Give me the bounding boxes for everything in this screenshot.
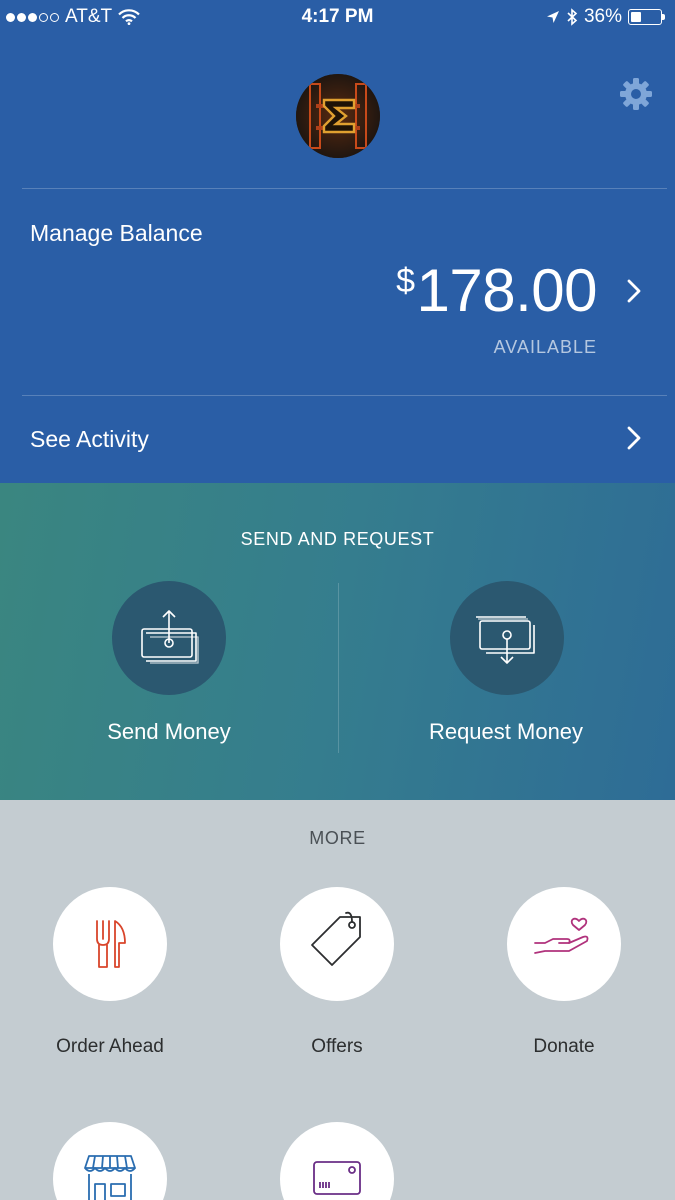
bluetooth-icon <box>567 8 578 26</box>
location-icon <box>546 11 559 23</box>
available-label: AVAILABLE <box>493 337 597 357</box>
send-money-label: Send Money <box>107 719 231 744</box>
action-divider <box>338 583 339 753</box>
battery-percent: 36% <box>583 6 622 27</box>
card-icon <box>313 1161 361 1195</box>
chevron-right-icon <box>627 426 641 450</box>
order-ahead-label: Order Ahead <box>56 1036 164 1057</box>
donate-circle <box>507 887 621 1001</box>
section-title: SEND AND REQUEST <box>240 529 435 549</box>
fork-knife-icon <box>96 920 126 968</box>
request-money-circle <box>450 581 564 695</box>
offers-label: Offers <box>311 1036 363 1057</box>
avatar-image <box>296 74 380 158</box>
balance-value: 178.00 <box>416 257 597 324</box>
gear-icon[interactable] <box>618 76 654 112</box>
balance-amount: $ 178.00 <box>396 256 597 325</box>
card-circle <box>280 1122 394 1200</box>
currency-symbol: $ <box>396 262 415 300</box>
header-divider <box>22 188 667 189</box>
request-money-icon <box>476 616 535 664</box>
balance-header: AT&T 4:17 PM 36% Manage Balance $ 178.00… <box>0 0 675 483</box>
storefront-icon <box>84 1155 136 1200</box>
store-circle <box>53 1122 167 1200</box>
offers-circle <box>280 887 394 1001</box>
request-money-label: Request Money <box>428 719 584 744</box>
heart-hand-icon <box>534 917 589 954</box>
price-tag-icon <box>311 911 361 966</box>
profile-avatar[interactable] <box>296 74 380 158</box>
send-money-icon <box>141 610 199 664</box>
donate-label: Donate <box>533 1036 595 1057</box>
manage-balance-label: Manage Balance <box>30 220 203 246</box>
see-activity-label: See Activity <box>30 426 149 452</box>
status-right: 36% <box>546 6 665 28</box>
balance-divider <box>22 395 667 396</box>
battery-icon <box>628 9 662 25</box>
chevron-right-icon <box>627 279 641 303</box>
status-bar: AT&T 4:17 PM 36% <box>0 0 675 36</box>
order-ahead-circle <box>53 887 167 1001</box>
more-title: MORE <box>309 828 366 848</box>
send-money-circle <box>112 581 226 695</box>
send-and-request-section: SEND AND REQUEST Send Money Request Mone… <box>0 483 675 800</box>
